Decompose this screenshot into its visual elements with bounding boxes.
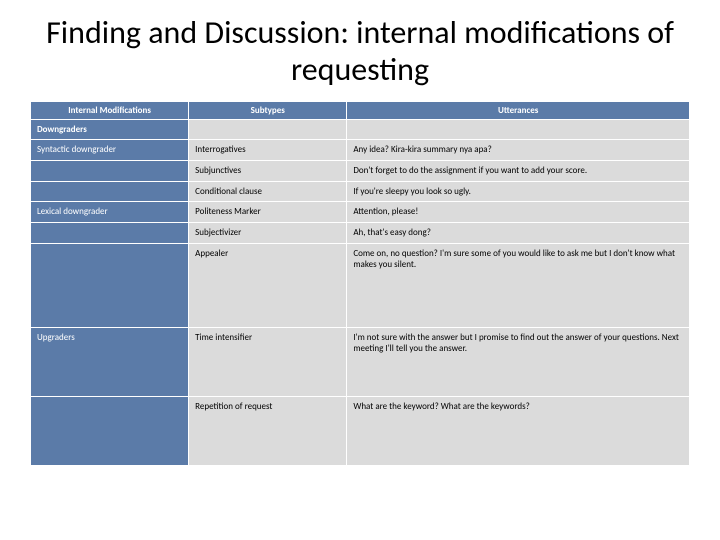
cell-subtype: Appealer <box>189 243 347 327</box>
slide-title: Finding and Discussion: internal modific… <box>30 15 690 89</box>
cell-subtype: Interrogatives <box>189 140 347 161</box>
cell-utterance: What are the keyword? What are the keywo… <box>347 396 690 465</box>
col-header-utterances: Utterances <box>347 101 690 119</box>
cell-empty <box>31 160 189 181</box>
table-row: Subjunctives Don't forget to do the assi… <box>31 160 690 181</box>
table-row: Lexical downgrader Politeness Marker Att… <box>31 202 690 223</box>
cell-subtype: Repetition of request <box>189 396 347 465</box>
cell-subtype: Conditional clause <box>189 181 347 202</box>
slide: Finding and Discussion: internal modific… <box>0 0 720 486</box>
cell-utterance: I'm not sure with the answer but I promi… <box>347 327 690 396</box>
col-header-modifications: Internal Modifications <box>31 101 189 119</box>
cell-empty <box>31 243 189 327</box>
table-row: Downgraders <box>31 119 690 140</box>
modifications-table: Internal Modifications Subtypes Utteranc… <box>30 101 690 466</box>
category-upgraders: Upgraders <box>31 327 189 396</box>
cell-utterance: Attention, please! <box>347 202 690 223</box>
table-header-row: Internal Modifications Subtypes Utteranc… <box>31 101 690 119</box>
cell-utterance: Any idea? Kira-kira summary nya apa? <box>347 140 690 161</box>
table-row: Upgraders Time intensifier I'm not sure … <box>31 327 690 396</box>
cell-subtype: Subjunctives <box>189 160 347 181</box>
cell-utterance: Don't forget to do the assignment if you… <box>347 160 690 181</box>
category-syntactic: Syntactic downgrader <box>31 140 189 161</box>
table-row: Appealer Come on, no question? I'm sure … <box>31 243 690 327</box>
table-row: Subjectivizer Ah, that's easy dong? <box>31 223 690 244</box>
cell-empty <box>189 119 347 140</box>
table-row: Syntactic downgrader Interrogatives Any … <box>31 140 690 161</box>
category-downgraders: Downgraders <box>31 119 189 140</box>
cell-utterance: Come on, no question? I'm sure some of y… <box>347 243 690 327</box>
cell-empty <box>31 223 189 244</box>
cell-subtype: Time intensifier <box>189 327 347 396</box>
cell-subtype: Subjectivizer <box>189 223 347 244</box>
table-row: Repetition of request What are the keywo… <box>31 396 690 465</box>
cell-subtype: Politeness Marker <box>189 202 347 223</box>
cell-empty <box>31 396 189 465</box>
category-lexical: Lexical downgrader <box>31 202 189 223</box>
col-header-subtypes: Subtypes <box>189 101 347 119</box>
cell-empty <box>31 181 189 202</box>
cell-empty <box>347 119 690 140</box>
cell-utterance: Ah, that's easy dong? <box>347 223 690 244</box>
cell-utterance: If you're sleepy you look so ugly. <box>347 181 690 202</box>
table-row: Conditional clause If you're sleepy you … <box>31 181 690 202</box>
